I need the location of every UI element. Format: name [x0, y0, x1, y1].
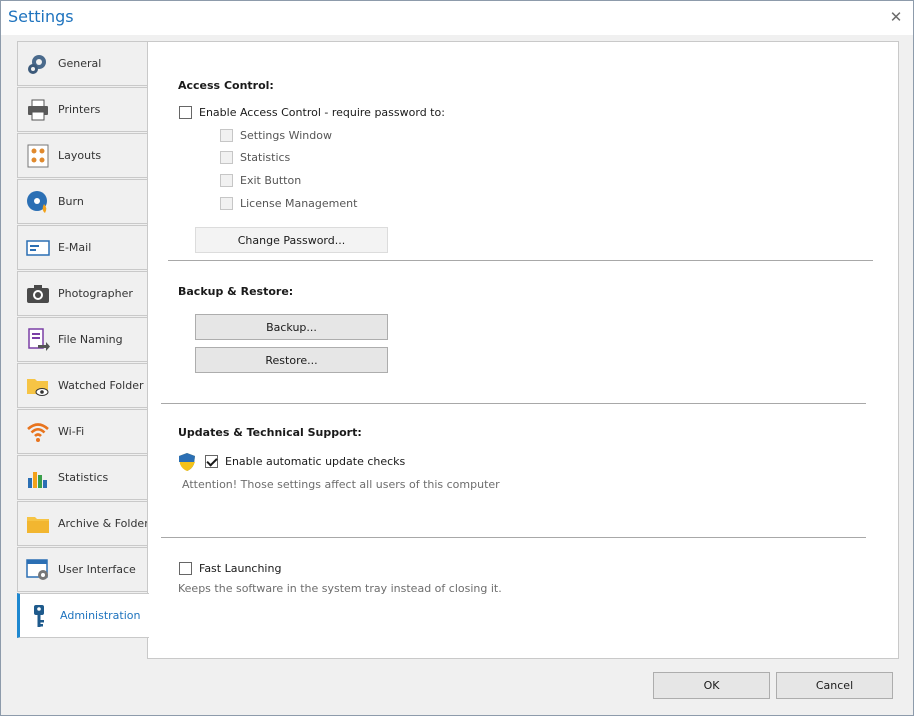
updates-support-title: Updates & Technical Support: — [178, 426, 362, 439]
sidebar-item-burn[interactable]: Burn — [17, 179, 148, 224]
section-divider — [161, 537, 866, 538]
backup-restore-title: Backup & Restore: — [178, 285, 294, 298]
layouts-icon — [26, 144, 50, 168]
auto-update-row[interactable]: Enable automatic update checks — [205, 455, 405, 468]
ok-button[interactable]: OK — [653, 672, 770, 699]
auto-update-checkbox[interactable] — [205, 455, 218, 468]
disc-icon — [26, 190, 50, 214]
uac-shield-icon — [179, 453, 195, 471]
wifi-icon — [26, 420, 50, 444]
sidebar-item-label: Watched Folder — [58, 379, 144, 392]
exit-button-label: Exit Button — [240, 174, 302, 187]
key-icon — [28, 604, 52, 628]
sidebar-item-label: User Interface — [58, 563, 136, 576]
sidebar-item-label: Layouts — [58, 149, 102, 162]
sidebar-item-photographer[interactable]: Photographer — [17, 271, 148, 316]
exit-button-checkbox[interactable] — [220, 174, 233, 187]
statistics-checkbox[interactable] — [220, 151, 233, 164]
sidebar-item-label: E-Mail — [58, 241, 92, 254]
restore-button[interactable]: Restore... — [195, 347, 388, 373]
exit-button-option[interactable]: Exit Button — [220, 174, 301, 187]
sidebar-item-general[interactable]: General — [17, 41, 148, 86]
change-password-button[interactable]: Change Password... — [195, 227, 388, 253]
statistics-label: Statistics — [240, 151, 291, 164]
license-management-label: License Management — [240, 197, 358, 210]
sidebar-item-wifi[interactable]: Wi-Fi — [17, 409, 148, 454]
fast-launching-label: Fast Launching — [199, 562, 282, 575]
sidebar-item-label: Wi-Fi — [58, 425, 85, 438]
license-management-checkbox[interactable] — [220, 197, 233, 210]
sidebar-item-archive-folders[interactable]: Archive & Folders — [17, 501, 154, 546]
file-rename-icon — [26, 327, 50, 352]
auto-update-label: Enable automatic update checks — [225, 455, 406, 468]
fast-launching-checkbox[interactable] — [179, 562, 192, 575]
access-control-title: Access Control: — [178, 79, 274, 92]
close-icon[interactable]: ✕ — [885, 7, 907, 27]
statistics-option[interactable]: Statistics — [220, 151, 290, 164]
sidebar-item-printers[interactable]: Printers — [17, 87, 148, 132]
fast-launching-note: Keeps the software in the system tray in… — [178, 582, 502, 595]
settings-window: Settings ✕ General Printers Layouts Burn… — [0, 0, 914, 716]
watched-folder-icon — [26, 374, 50, 398]
enable-access-control-row[interactable]: Enable Access Control - require password… — [179, 106, 445, 119]
bar-chart-icon — [26, 466, 50, 490]
envelope-icon — [26, 236, 50, 260]
camera-icon — [26, 282, 50, 306]
sidebar-item-administration[interactable]: Administration — [17, 593, 149, 638]
sidebar-item-label: Administration — [60, 609, 141, 622]
gear-icon — [26, 52, 50, 76]
sidebar-item-user-interface[interactable]: User Interface — [17, 547, 148, 592]
fast-launching-row[interactable]: Fast Launching — [179, 562, 281, 575]
sidebar-item-label: Archive & Folders — [58, 517, 155, 530]
sidebar-item-label: General — [58, 57, 102, 70]
sidebar-item-label: Statistics — [58, 471, 109, 484]
sidebar-item-label: Printers — [58, 103, 101, 116]
title-bar: Settings ✕ — [1, 1, 913, 35]
settings-window-label: Settings Window — [240, 129, 332, 142]
administration-panel: Access Control: Enable Access Control - … — [147, 41, 899, 659]
section-divider — [168, 260, 873, 261]
backup-button[interactable]: Backup... — [195, 314, 388, 340]
section-divider — [161, 403, 866, 404]
sidebar-item-statistics[interactable]: Statistics — [17, 455, 148, 500]
settings-window-checkbox[interactable] — [220, 129, 233, 142]
window-gear-icon — [26, 558, 50, 582]
sidebar-item-label: Burn — [58, 195, 84, 208]
enable-access-control-checkbox[interactable] — [179, 106, 192, 119]
settings-window-option[interactable]: Settings Window — [220, 129, 332, 142]
window-title: Settings — [8, 7, 74, 26]
enable-access-control-label: Enable Access Control - require password… — [199, 106, 445, 119]
sidebar-item-label: File Naming — [58, 333, 123, 346]
printer-icon — [26, 98, 50, 122]
sidebar-item-file-naming[interactable]: File Naming — [17, 317, 148, 362]
sidebar-item-email[interactable]: E-Mail — [17, 225, 148, 270]
sidebar-item-label: Photographer — [58, 287, 133, 300]
cancel-button[interactable]: Cancel — [776, 672, 893, 699]
sidebar-item-layouts[interactable]: Layouts — [17, 133, 148, 178]
folder-icon — [26, 512, 50, 536]
attention-note: Attention! Those settings affect all use… — [182, 478, 500, 491]
sidebar-item-watched-folder[interactable]: Watched Folder — [17, 363, 148, 408]
license-management-option[interactable]: License Management — [220, 197, 357, 210]
